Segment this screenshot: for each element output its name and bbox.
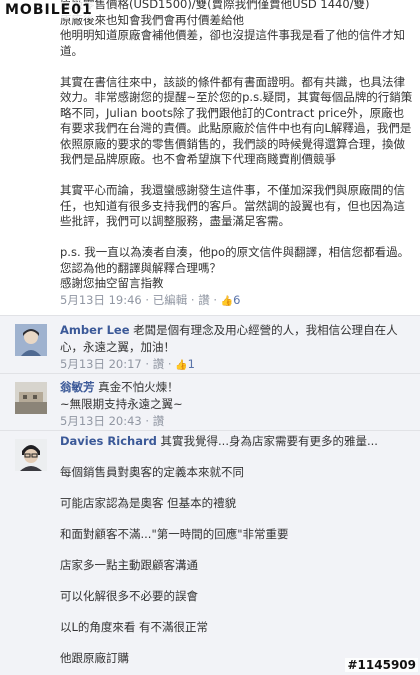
thumbs-up-icon: 👍: [175, 360, 188, 371]
like-link[interactable]: 讚: [198, 293, 210, 307]
comment-author-link[interactable]: Amber Lee: [60, 323, 130, 337]
comment-meta: 5月13日 20:17 · 讚 · 👍1: [60, 357, 195, 371]
like-link[interactable]: 讚: [153, 357, 165, 371]
avatar[interactable]: [15, 324, 47, 356]
post-id-badge: #1145909: [345, 658, 418, 672]
comment-paragraph: 可能店家認為是奧客 但基本的禮貌: [60, 496, 237, 510]
comment-text: 翁敏芳 真金不怕火煉！ ~無限期支持永遠之翼~: [60, 380, 183, 411]
avatar[interactable]: [15, 382, 47, 414]
comment-author-link[interactable]: 翁敏芳: [60, 380, 95, 394]
reply-paragraph: 其實在書信往來中，該談的條件都有書面證明。都有共識，也具法律效力。非常感謝您的提…: [60, 74, 413, 167]
like-count[interactable]: 1: [188, 357, 195, 371]
reply-paragraph: p.s. 我一直以為湊者自湊，他po的原文信件與翻譯，相信您都看過。您認為他的翻…: [60, 245, 410, 290]
avatar[interactable]: [15, 439, 47, 471]
comment-item: 翁敏芳 真金不怕火煉！ ~無限期支持永遠之翼~ 5月13日 20:43 · 讚: [0, 373, 420, 430]
page-reply: 原廠零售價格(USD1500)/雙(賣際我們僅賣他USD 1440/雙) 原廠後…: [60, 0, 415, 310]
timestamp-link[interactable]: 5月13日 20:17: [60, 357, 142, 371]
comment-meta: 5月13日 20:43 · 讚: [60, 414, 165, 428]
reply-meta: 5月13日 19:46 · 已編輯 · 讚 · 👍6: [60, 292, 241, 307]
comment-text: Davies Richard 其實我覺得...身為店家需要有更多的雅量...: [60, 434, 378, 448]
comment-paragraph: 以L的角度來看 有不滿很正常: [60, 620, 209, 634]
edited-link[interactable]: 已編輯: [153, 293, 188, 307]
like-link[interactable]: 讚: [153, 414, 165, 428]
timestamp-link[interactable]: 5月13日 20:43: [60, 414, 142, 428]
comment-author-link[interactable]: Davies Richard: [60, 434, 157, 448]
like-count[interactable]: 6: [233, 293, 240, 307]
comment-text: Amber Lee 老闆是個有理念及用心經營的人，我相信公理自在人心，永遠之翼，…: [60, 323, 398, 354]
thumbs-up-icon: 👍: [220, 295, 234, 307]
comment-item: Davies Richard 其實我覺得...身為店家需要有更多的雅量... 每…: [0, 430, 420, 675]
timestamp-link[interactable]: 5月13日 19:46: [60, 293, 142, 307]
comment-paragraph: 和面對顧客不滿..."第一時間的回應"非常重要: [60, 527, 289, 541]
comment-paragraph: 店家多一點主動跟顧客溝通: [60, 558, 198, 572]
comment-item: Amber Lee 老闆是個有理念及用心經營的人，我相信公理自在人心，永遠之翼，…: [0, 315, 420, 373]
comment-paragraph: 可以化解很多不必要的誤會: [60, 589, 198, 603]
comment-paragraph: 每個銷售員對奧客的定義本來就不同: [60, 465, 244, 479]
reply-paragraph: 其實平心而論，我還蠻感謝發生這件事，不僅加深我們與原廠間的信任，也知道有很多支持…: [60, 183, 405, 228]
reply-paragraph: 原廠零售價格(USD1500)/雙(賣際我們僅賣他USD 1440/雙) 原廠後…: [60, 0, 405, 58]
